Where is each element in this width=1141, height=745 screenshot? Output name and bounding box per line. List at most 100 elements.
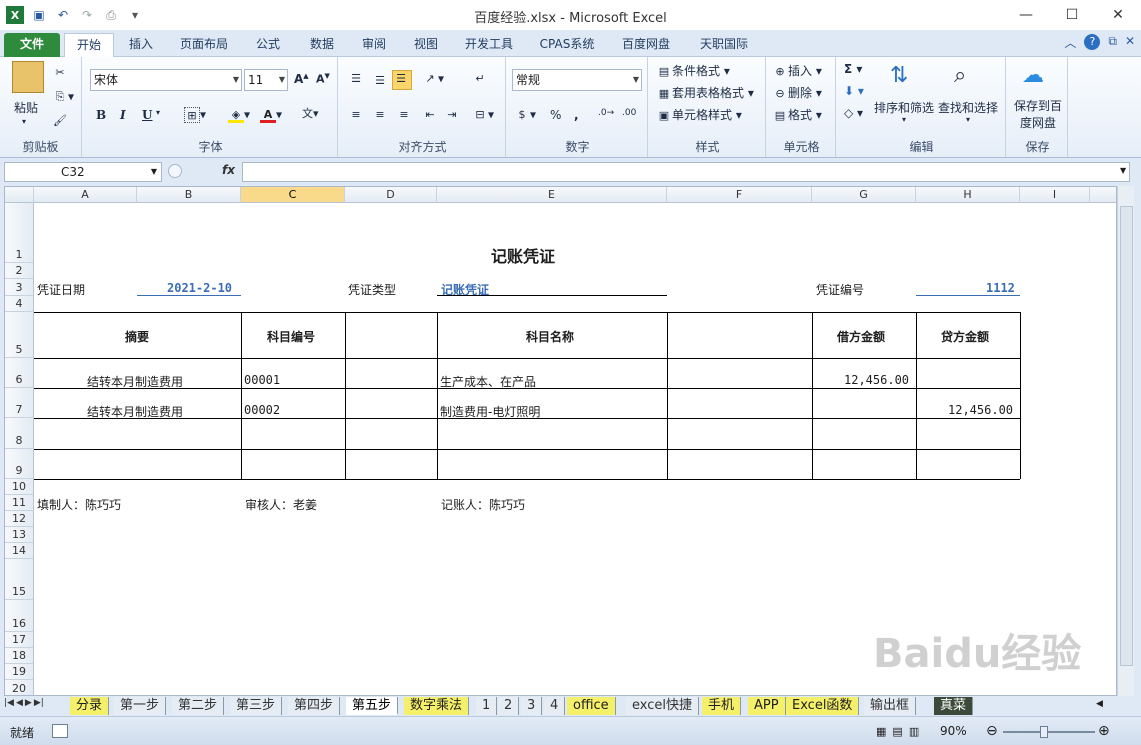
save-to-pan-line1[interactable]: 保存到百 <box>1014 97 1062 114</box>
close-workbook-icon[interactable]: ✕ <box>1125 34 1135 51</box>
hscroll-left-icon[interactable]: ◀ <box>1096 699 1103 709</box>
sheet-tab[interactable]: excel快捷 <box>626 697 699 715</box>
line2-credit[interactable]: 12,456.00 <box>948 403 1013 417</box>
zoom-level[interactable]: 90% <box>940 724 967 738</box>
format-cells-button[interactable]: ▤ 格式 ▾ <box>772 106 822 124</box>
header-account-name[interactable]: 科目名称 <box>526 328 574 345</box>
comma-style-button[interactable]: , <box>574 108 579 122</box>
sheet-tab[interactable]: 数字乘法 <box>404 697 470 715</box>
sheet-tab[interactable]: 3 <box>521 697 543 715</box>
page-break-view-icon[interactable]: ▥ <box>909 725 919 738</box>
insert-function-icon[interactable]: fx <box>222 163 235 177</box>
bold-button[interactable]: B <box>96 108 106 122</box>
align-bottom-icon[interactable]: ☰ <box>392 70 412 90</box>
column-header[interactable]: F <box>667 187 812 203</box>
delete-cells-button[interactable]: ⊖ 删除 ▾ <box>772 84 821 102</box>
format-as-table-button[interactable]: ▦ 套用表格格式 ▾ <box>656 84 754 102</box>
wrap-text-icon[interactable]: ↵ <box>472 71 488 87</box>
paste-dropdown-icon[interactable]: ▾ <box>22 117 26 126</box>
row-header[interactable]: 17 <box>5 632 34 648</box>
binoculars-icon[interactable]: ⌕ <box>954 63 986 95</box>
conditional-format-button[interactable]: ▤ 条件格式 ▾ <box>656 62 730 80</box>
preparer[interactable]: 填制人：陈巧巧 <box>37 496 121 513</box>
number-value[interactable]: 1112 <box>986 281 1015 295</box>
font-size-combo[interactable]: 11 ▼ <box>244 69 288 91</box>
tab-data[interactable]: 数据 <box>300 33 344 57</box>
align-center-icon[interactable]: ≡ <box>372 107 388 123</box>
sheet-tab[interactable]: 真菜 <box>934 697 974 715</box>
column-header[interactable]: I <box>1020 187 1090 203</box>
header-debit[interactable]: 借方金额 <box>837 328 885 345</box>
phonetic-icon[interactable]: 文▾ <box>302 105 319 121</box>
find-select-button[interactable]: 查找和选择 <box>938 99 998 116</box>
tab-page-layout[interactable]: 页面布局 <box>172 33 236 57</box>
prev-sheet-icon[interactable]: ◀ <box>16 698 23 708</box>
minimize-icon[interactable]: — <box>1003 0 1049 30</box>
zoom-in-icon[interactable]: ⊕ <box>1098 723 1110 739</box>
font-color-icon[interactable]: A ▾ <box>260 107 282 123</box>
line1-code[interactable]: 00001 <box>244 373 280 387</box>
next-sheet-icon[interactable]: ▶ <box>25 698 32 708</box>
sheet-tab[interactable]: 分录 <box>70 697 110 715</box>
decrease-decimal-icon[interactable]: .00 <box>622 108 636 118</box>
underline-button[interactable]: U <box>142 108 152 122</box>
fill-color-icon[interactable]: ◈ ▾ <box>228 107 250 123</box>
scrollbar-thumb[interactable] <box>1120 206 1133 666</box>
sheet-tab[interactable]: APP <box>748 697 786 715</box>
formula-input[interactable] <box>242 162 1130 182</box>
last-sheet-icon[interactable]: ▶| <box>34 698 44 708</box>
baidu-pan-icon[interactable]: ☁ <box>1022 63 1054 95</box>
close-icon[interactable]: ✕ <box>1095 0 1141 30</box>
paste-button[interactable]: 粘贴 <box>14 99 38 116</box>
save-to-pan-line2[interactable]: 度网盘 <box>1020 114 1056 131</box>
align-left-icon[interactable]: ≡ <box>348 107 364 123</box>
row-header[interactable]: 7 <box>5 388 34 418</box>
zoom-slider-knob[interactable] <box>1040 726 1048 738</box>
underline-dropdown-icon[interactable]: ▾ <box>156 108 160 117</box>
tab-review[interactable]: 审阅 <box>352 33 396 57</box>
find-dropdown-icon[interactable]: ▾ <box>966 115 970 124</box>
type-label[interactable]: 凭证类型 <box>348 281 396 298</box>
shrink-font-icon[interactable]: A▼ <box>316 72 330 86</box>
formula-bar-toggle-icon[interactable] <box>168 164 182 178</box>
maximize-icon[interactable]: ☐ <box>1049 0 1095 30</box>
tab-view[interactable]: 视图 <box>404 33 448 57</box>
sheet-tab[interactable]: 第四步 <box>288 697 341 715</box>
autosum-icon[interactable]: Σ ▾ <box>844 62 862 76</box>
column-header[interactable]: B <box>137 187 241 203</box>
accounting-format-icon[interactable]: $ ▾ <box>514 107 537 123</box>
header-credit[interactable]: 贷方金额 <box>941 328 989 345</box>
cut-icon[interactable]: ✂ <box>52 65 68 81</box>
align-right-icon[interactable]: ≡ <box>396 107 412 123</box>
grow-font-icon[interactable]: A▲ <box>294 72 309 86</box>
restore-window-icon[interactable]: ⧉ <box>1108 34 1117 51</box>
sheet-tab[interactable]: Excel函数 <box>786 697 860 715</box>
row-header[interactable]: 11 <box>5 495 34 511</box>
vertical-scrollbar[interactable] <box>1117 186 1134 696</box>
percent-style-button[interactable]: % <box>550 108 561 122</box>
insert-cells-button[interactable]: ⊕ 插入 ▾ <box>772 62 821 80</box>
font-name-combo[interactable]: 宋体 ▼ <box>90 69 242 91</box>
cell-styles-button[interactable]: ▣ 单元格样式 ▾ <box>656 106 742 124</box>
sheet-tab[interactable]: 第二步 <box>172 697 225 715</box>
number-label[interactable]: 凭证编号 <box>816 281 864 298</box>
row-header[interactable]: 12 <box>5 511 34 527</box>
sheet-tab-active[interactable]: 第五步 <box>346 697 399 715</box>
row-header[interactable]: 15 <box>5 559 34 600</box>
line2-name[interactable]: 制造费用-电灯照明 <box>440 403 540 420</box>
row-header[interactable]: 14 <box>5 543 34 559</box>
column-header[interactable]: H <box>916 187 1020 203</box>
row-header[interactable]: 4 <box>5 296 34 312</box>
collapse-ribbon-icon[interactable]: ︿ <box>1064 34 1076 51</box>
expand-formula-icon[interactable]: ▼ <box>1120 166 1126 175</box>
italic-button[interactable]: I <box>120 108 126 122</box>
sheet-tab[interactable]: 第一步 <box>114 697 167 715</box>
sheet-tab[interactable]: office <box>567 697 616 715</box>
column-header[interactable]: D <box>345 187 437 203</box>
column-header[interactable]: A <box>34 187 137 203</box>
zoom-out-icon[interactable]: ⊖ <box>986 723 998 739</box>
sort-filter-icon[interactable]: ⇅ <box>890 63 922 95</box>
normal-view-icon[interactable]: ▦ <box>876 725 886 738</box>
number-format-combo[interactable]: 常规 ▼ <box>512 69 642 91</box>
row-header[interactable]: 8 <box>5 418 34 449</box>
